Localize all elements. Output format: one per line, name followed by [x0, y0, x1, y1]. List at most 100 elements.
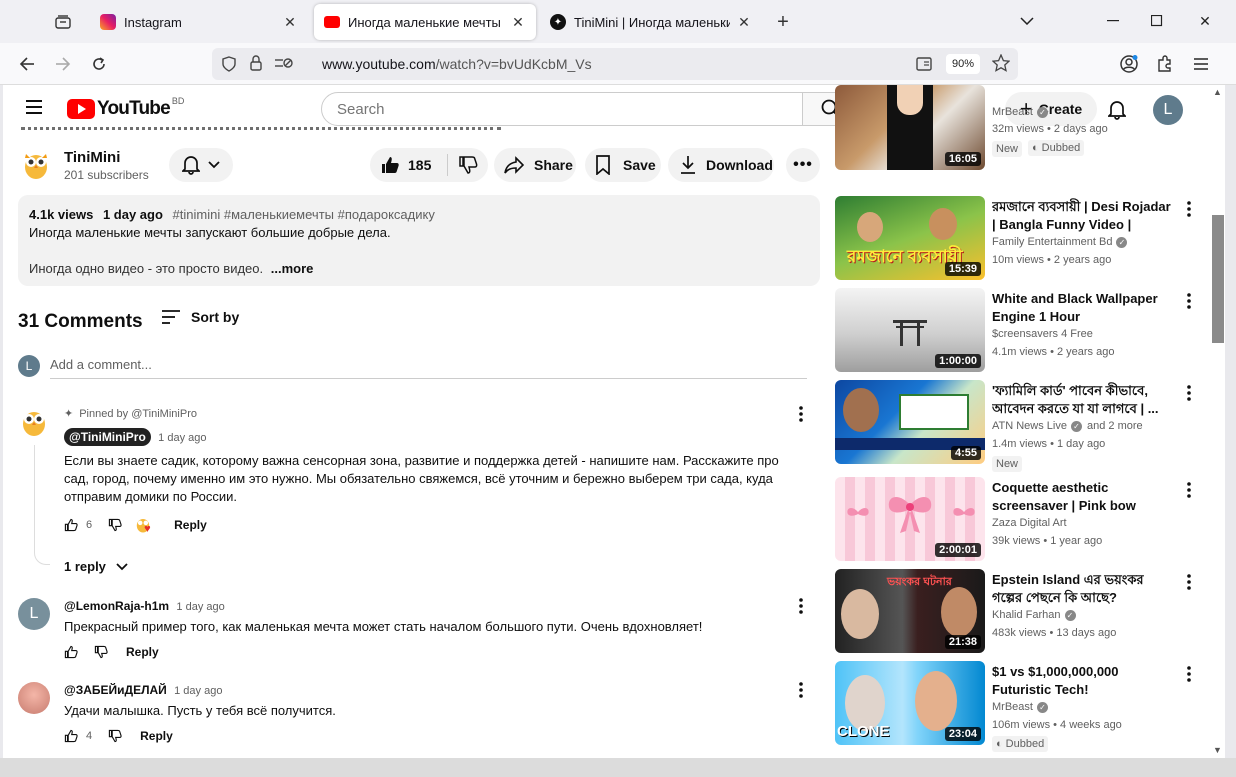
url-text[interactable]: www.youtube.com/watch?v=bvUdKcbM_Vs — [322, 56, 592, 72]
close-window-icon[interactable]: ✕ — [1190, 8, 1220, 34]
thumbs-down-icon[interactable] — [94, 645, 108, 659]
video-title[interactable]: $1 vs $1,000,000,000 Futuristic Tech! — [992, 663, 1174, 699]
share-button[interactable]: Share — [494, 148, 576, 182]
channel-name[interactable]: Zaza Digital Art — [992, 517, 1067, 529]
show-more-link[interactable]: ...more — [271, 261, 314, 276]
channel-name[interactable]: TiniMini — [64, 149, 120, 166]
video-thumbnail[interactable]: ভয়ংকর ঘটনার 21:38 — [835, 569, 985, 653]
scrollbar-thumb[interactable] — [1212, 215, 1224, 343]
dubbed-badge: ◐ Dubbed — [1028, 140, 1085, 156]
channel-name[interactable]: MrBeast — [992, 106, 1033, 118]
new-tab-button[interactable]: + — [768, 8, 798, 36]
thumbs-up-icon[interactable] — [64, 518, 78, 532]
close-tab-icon[interactable]: ✕ — [282, 14, 298, 31]
video-thumbnail[interactable]: 1:00:00 — [835, 288, 985, 372]
dislike-button[interactable] — [448, 155, 488, 175]
video-menu-icon[interactable] — [1181, 665, 1197, 683]
search-input[interactable]: Search — [321, 92, 803, 126]
channel-name[interactable]: MrBeast — [992, 701, 1033, 713]
permissions-icon[interactable] — [274, 56, 294, 75]
comment-author[interactable]: @TiniMiniPro 1 day ago — [64, 428, 206, 446]
download-button[interactable]: Download — [668, 148, 774, 182]
comment-avatar[interactable] — [18, 682, 50, 714]
reply-button[interactable]: Reply — [140, 729, 173, 743]
address-bar[interactable]: www.youtube.com/watch?v=bvUdKcbM_Vs 90% — [212, 48, 1018, 80]
page-scrollbar[interactable]: ▲ ▼ — [1211, 85, 1225, 758]
video-title[interactable]: Epstein Island এর ভয়ংকর গল্পের পেছনে কি… — [992, 571, 1174, 607]
bookmark-star-icon[interactable] — [991, 53, 1011, 77]
comment-author[interactable]: @ЗАБЕЙиДЕЛАЙ 1 day ago — [64, 683, 222, 697]
video-thumbnail[interactable]: রমজানে ব্যবসায়ী 15:39 — [835, 196, 985, 280]
related-video[interactable]: 2:00:01 Coquette aesthetic screensaver |… — [835, 477, 1205, 563]
video-thumbnail[interactable]: CLONE 23:04 — [835, 661, 985, 745]
video-thumbnail[interactable]: 4:55 — [835, 380, 985, 464]
thumbs-down-icon[interactable] — [108, 518, 122, 532]
video-thumbnail[interactable]: 2:00:01 — [835, 477, 985, 561]
tab-instagram[interactable]: Instagram ✕ — [90, 4, 308, 40]
thumbs-up-icon[interactable] — [64, 729, 78, 743]
related-video[interactable]: 1:00:00 White and Black Wallpaper Engine… — [835, 288, 1205, 374]
tab-overview-icon[interactable] — [48, 8, 78, 36]
sort-by-button[interactable]: Sort by — [161, 309, 239, 325]
view-replies-button[interactable]: 1 reply — [64, 559, 128, 574]
related-video[interactable]: 16:05 MrBeast ✓ 32m views • 2 days ago N… — [835, 85, 1205, 200]
like-button[interactable]: 185 — [370, 154, 448, 176]
close-tab-icon[interactable]: ✕ — [510, 14, 526, 31]
hamburger-menu-icon[interactable] — [1188, 51, 1214, 77]
reload-icon[interactable] — [86, 51, 112, 77]
zoom-level[interactable]: 90% — [946, 54, 980, 74]
list-tabs-chevron-icon[interactable] — [1012, 8, 1042, 34]
video-menu-icon[interactable] — [1181, 384, 1197, 402]
scroll-up-arrow-icon[interactable]: ▲ — [1213, 87, 1222, 97]
related-video[interactable]: CLONE 23:04 $1 vs $1,000,000,000 Futuris… — [835, 661, 1205, 752]
video-title[interactable]: Coquette aesthetic screensaver | Pink bo… — [992, 479, 1174, 515]
video-thumbnail[interactable]: 16:05 — [835, 85, 985, 170]
video-title[interactable]: রমজানে ব্যবসায়ী | Desi Rojadar | Bangla… — [992, 198, 1174, 234]
comment-avatar[interactable]: L — [18, 598, 50, 630]
add-comment-input[interactable]: Add a comment... — [50, 357, 807, 379]
video-menu-icon[interactable] — [1181, 292, 1197, 310]
channel-name[interactable]: Khalid Farhan — [992, 609, 1061, 621]
lock-icon[interactable] — [250, 55, 262, 76]
channel-name[interactable]: Family Entertainment Bd — [992, 236, 1112, 248]
reader-view-icon[interactable] — [916, 56, 932, 77]
reply-button[interactable]: Reply — [126, 645, 159, 659]
channel-name[interactable]: ATN News Live — [992, 420, 1067, 432]
comment-avatar[interactable] — [18, 405, 50, 437]
thumbs-up-icon[interactable] — [64, 645, 78, 659]
comment-menu-icon[interactable] — [791, 680, 811, 700]
comment-menu-icon[interactable] — [791, 596, 811, 616]
video-title[interactable]: White and Black Wallpaper Engine 1 Hour — [992, 290, 1174, 326]
reply-button[interactable]: Reply — [174, 518, 207, 532]
close-tab-icon[interactable]: ✕ — [736, 14, 752, 31]
related-video[interactable]: রমজানে ব্যবসায়ী 15:39 রমজানে ব্যবসায়ী … — [835, 196, 1205, 282]
account-icon[interactable] — [1116, 51, 1142, 77]
youtube-logo[interactable]: YouTube BD — [67, 96, 184, 120]
browser-tab-bar: Instagram ✕ Иногда маленькие мечты запу … — [0, 0, 1236, 43]
forward-arrow-icon[interactable] — [50, 51, 76, 77]
channel-avatar[interactable] — [21, 148, 51, 180]
minimize-window-icon[interactable] — [1098, 8, 1128, 34]
scroll-down-arrow-icon[interactable]: ▼ — [1213, 745, 1222, 755]
description-box[interactable]: 4.1k views 1 day ago #tinimini #маленьки… — [18, 195, 820, 286]
tab-tinimini[interactable]: ✦ TiniMini | Иногда маленькие м ✕ — [540, 4, 762, 40]
video-menu-icon[interactable] — [1181, 200, 1197, 218]
back-arrow-icon[interactable] — [14, 51, 40, 77]
guide-menu-icon[interactable] — [25, 99, 43, 120]
tab-youtube-video[interactable]: Иногда маленькие мечты запу ✕ — [314, 4, 536, 40]
save-button[interactable]: Save — [585, 148, 661, 182]
channel-name[interactable]: $creensavers 4 Free — [992, 328, 1093, 340]
related-video[interactable]: ভয়ংকর ঘটনার 21:38 Epstein Island এর ভয়… — [835, 569, 1205, 655]
video-title[interactable]: 'ফ্যামিলি কার্ড' পাবেন কীভাবে, আবেদন করত… — [992, 382, 1174, 418]
extensions-puzzle-icon[interactable] — [1152, 51, 1178, 77]
maximize-window-icon[interactable] — [1142, 8, 1172, 34]
comment-author[interactable]: @LemonRaja-h1m 1 day ago — [64, 599, 225, 613]
comment-menu-icon[interactable] — [791, 404, 811, 424]
more-actions-button[interactable]: ••• — [786, 148, 820, 182]
video-menu-icon[interactable] — [1181, 481, 1197, 499]
shield-icon[interactable] — [222, 56, 236, 77]
thumbs-down-icon[interactable] — [108, 729, 122, 743]
related-video[interactable]: 4:55 'ফ্যামিলি কার্ড' পাবেন কীভাবে, আবেদ… — [835, 380, 1205, 472]
subscription-bell-button[interactable] — [169, 148, 233, 182]
video-menu-icon[interactable] — [1181, 573, 1197, 591]
